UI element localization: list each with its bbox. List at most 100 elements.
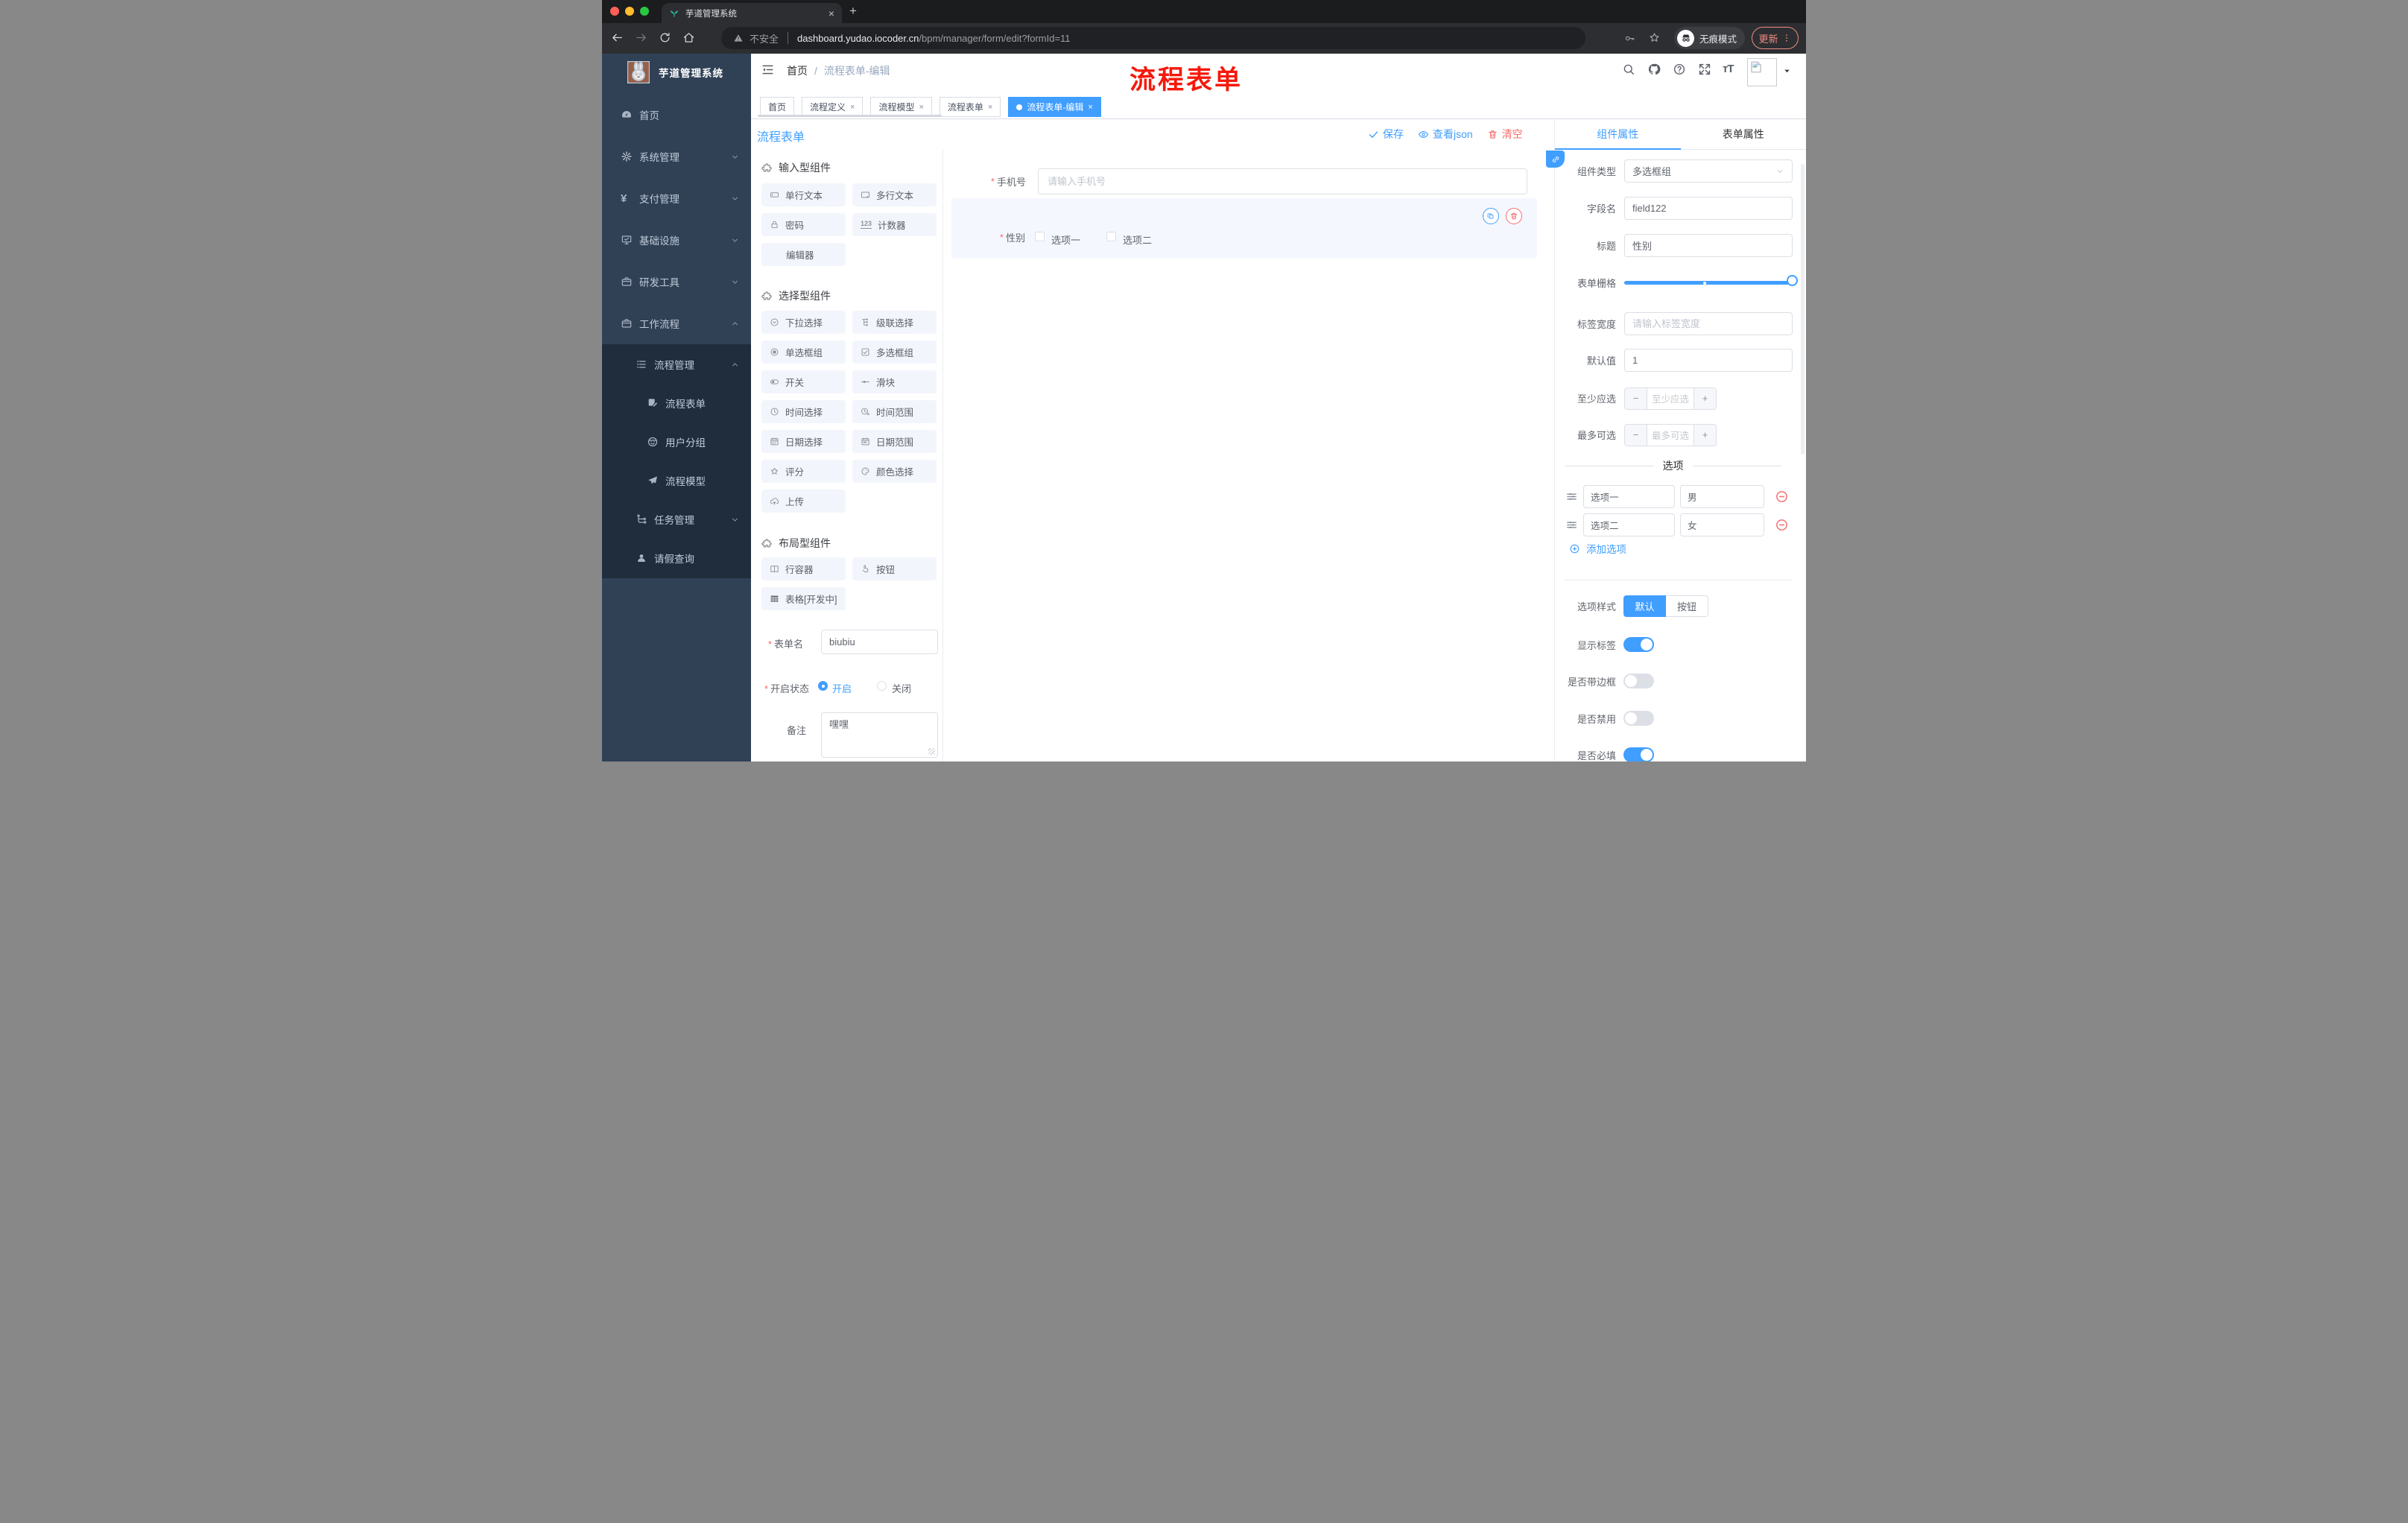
palette-item-time-range[interactable]: 时间范围 <box>852 400 937 423</box>
palette-item-editor[interactable]: 编辑器 <box>761 243 846 266</box>
tag-process-model[interactable]: 流程模型 × <box>870 97 932 117</box>
sidebar-item-task-mgmt[interactable]: 任务管理 <box>602 500 751 539</box>
gender-option1-checkbox[interactable] <box>1035 232 1045 241</box>
phone-field-input[interactable] <box>1038 168 1527 194</box>
default-value-input[interactable] <box>1624 349 1793 372</box>
remove-option-icon[interactable] <box>1775 490 1789 504</box>
sidebar-item-home[interactable]: 首页 <box>602 94 751 136</box>
status-off-radio[interactable] <box>877 681 887 691</box>
binding-link-tag[interactable] <box>1546 151 1565 168</box>
palette-item-switch[interactable]: 开关 <box>761 370 846 393</box>
palette-item-row-container[interactable]: 行容器 <box>761 557 846 580</box>
slider-handle[interactable] <box>1787 275 1798 286</box>
close-icon[interactable]: × <box>919 103 923 112</box>
copy-component-button[interactable] <box>1483 208 1499 224</box>
palette-item-color-picker[interactable]: 颜色选择 <box>852 460 937 483</box>
max-select-placeholder[interactable]: 最多可选 <box>1647 425 1693 446</box>
clear-button[interactable]: 清空 <box>1487 127 1523 142</box>
fullscreen-icon[interactable] <box>1698 63 1711 76</box>
sidebar-item-infra[interactable]: 基础设施 <box>602 219 751 261</box>
palette-item-radio-group[interactable]: 单选框组 <box>761 341 846 364</box>
update-button[interactable]: 更新 <box>1752 27 1799 49</box>
reload-icon[interactable] <box>659 31 671 44</box>
remove-option-icon[interactable] <box>1775 518 1789 532</box>
palette-item-upload[interactable]: 上传 <box>761 490 846 513</box>
back-icon[interactable] <box>611 31 624 44</box>
gender-option1-label[interactable]: 选项一 <box>1051 232 1080 247</box>
add-option-button[interactable]: 添加选项 <box>1569 541 1626 556</box>
palette-item-button[interactable]: 按钮 <box>852 557 937 580</box>
panel-scrollbar[interactable] <box>1801 164 1805 455</box>
forward-icon[interactable] <box>635 31 647 44</box>
gender-option2-label[interactable]: 选项二 <box>1123 232 1152 247</box>
tag-home[interactable]: 首页 <box>760 97 795 117</box>
tag-process-definition[interactable]: 流程定义 × <box>802 97 864 117</box>
sidebar-item-payment[interactable]: ¥ 支付管理 <box>602 177 751 219</box>
drag-handle-icon[interactable] <box>1565 490 1578 503</box>
show-label-toggle[interactable] <box>1623 637 1654 652</box>
palette-item-password[interactable]: 密码 <box>761 213 846 236</box>
min-select-placeholder[interactable]: 至少应选 <box>1647 388 1693 409</box>
sidebar-item-system[interactable]: 系统管理 <box>602 136 751 177</box>
status-off-label[interactable]: 关闭 <box>892 681 911 695</box>
github-icon[interactable] <box>1647 63 1661 76</box>
form-remark-textarea[interactable]: 嘿嘿 <box>821 712 938 758</box>
disabled-toggle[interactable] <box>1623 711 1654 726</box>
form-canvas[interactable]: 手机号 性别 选项一 选项二 <box>943 149 1554 762</box>
sidebar-item-user-group[interactable]: 用户分组 <box>602 422 751 461</box>
title-input[interactable] <box>1624 234 1793 257</box>
caret-down-icon[interactable] <box>1783 67 1791 75</box>
save-button[interactable]: 保存 <box>1368 127 1404 142</box>
bookmark-star-icon[interactable] <box>1648 31 1661 44</box>
palette-item-select[interactable]: 下拉选择 <box>761 311 846 334</box>
close-window-button[interactable] <box>610 7 619 16</box>
close-icon[interactable]: × <box>1088 103 1092 112</box>
label-width-input[interactable] <box>1624 312 1793 335</box>
style-default-button[interactable]: 默认 <box>1623 595 1666 617</box>
browser-menu-icon[interactable] <box>1781 33 1792 43</box>
sidebar-item-process-form[interactable]: 流程表单 <box>602 384 751 422</box>
palette-item-table[interactable]: 表格[开发中] <box>761 587 846 610</box>
security-label[interactable]: 不安全 <box>750 31 779 45</box>
avatar[interactable] <box>1747 58 1777 86</box>
gender-option2-checkbox[interactable] <box>1106 232 1116 241</box>
increase-button[interactable]: + <box>1693 387 1716 409</box>
search-icon[interactable] <box>1622 63 1635 76</box>
hamburger-icon[interactable] <box>761 63 775 77</box>
palette-item-time-picker[interactable]: 时间选择 <box>761 400 846 423</box>
delete-component-button[interactable] <box>1506 208 1522 224</box>
selected-component[interactable]: 性别 选项一 选项二 <box>951 198 1537 259</box>
close-icon[interactable]: × <box>988 103 992 112</box>
help-icon[interactable] <box>1673 63 1686 76</box>
increase-button[interactable]: + <box>1693 424 1716 446</box>
sidebar-logo[interactable]: 芋道管理系统 <box>602 54 751 91</box>
resize-handle[interactable] <box>928 748 935 755</box>
decrease-button[interactable]: − <box>1625 424 1647 446</box>
font-size-icon[interactable]: ᴛT <box>1723 63 1734 75</box>
option2-label-input[interactable] <box>1583 513 1675 536</box>
tab-component-props[interactable]: 组件属性 <box>1555 119 1681 149</box>
required-toggle[interactable] <box>1623 747 1654 762</box>
tab-close-icon[interactable]: × <box>828 8 834 19</box>
sidebar-item-leave-query[interactable]: 请假查询 <box>602 539 751 577</box>
tag-process-form-edit[interactable]: 流程表单-编辑 × <box>1008 97 1101 117</box>
tag-process-form[interactable]: 流程表单 × <box>939 97 1001 117</box>
sidebar-item-workflow[interactable]: 工作流程 <box>602 303 751 344</box>
sidebar-item-process-mgmt[interactable]: 流程管理 <box>602 345 751 384</box>
minimize-window-button[interactable] <box>625 7 634 16</box>
new-tab-button[interactable]: + <box>849 4 857 19</box>
sidebar-item-process-model[interactable]: 流程模型 <box>602 461 751 500</box>
tags-scrollbar[interactable] <box>758 115 942 117</box>
option2-value-input[interactable] <box>1680 513 1764 536</box>
palette-item-counter[interactable]: 123 计数器 <box>852 213 937 236</box>
option1-value-input[interactable] <box>1680 485 1764 508</box>
status-on-radio[interactable] <box>818 681 828 691</box>
drag-handle-icon[interactable] <box>1565 519 1578 531</box>
close-icon[interactable]: × <box>850 103 855 112</box>
with-border-toggle[interactable] <box>1623 674 1654 688</box>
sidebar-item-devtools[interactable]: 研发工具 <box>602 261 751 303</box>
password-key-icon[interactable] <box>1624 33 1635 44</box>
breadcrumb-home[interactable]: 首页 <box>787 63 808 78</box>
form-name-input[interactable] <box>821 630 938 654</box>
style-button-button[interactable]: 按钮 <box>1666 595 1708 617</box>
